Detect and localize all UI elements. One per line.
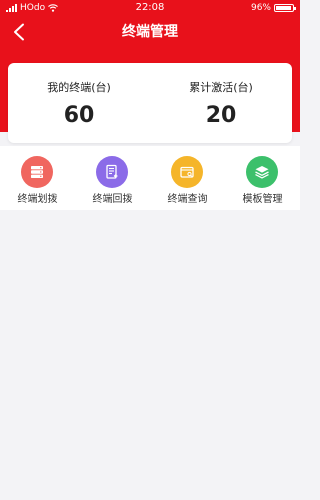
- my-terminals-value: 60: [63, 103, 95, 128]
- my-terminals-label: 我的终端(台): [47, 81, 111, 94]
- menu-item-label: 终端划拨: [17, 194, 58, 205]
- server-stack-icon: [31, 166, 43, 178]
- query-icon-badge: [171, 156, 203, 188]
- activated-stat[interactable]: 累计激活(台) 20: [150, 63, 292, 143]
- menu-item-label: 终端回拨: [92, 194, 133, 205]
- transfer-icon-badge: [21, 156, 53, 188]
- feature-grid: 终端划拨 终端回拨 终端查询 模板管理: [0, 146, 300, 210]
- nav-bar: 终端管理: [0, 16, 300, 48]
- menu-item-transfer[interactable]: 终端划拨: [0, 146, 75, 210]
- template-icon-badge: [246, 156, 278, 188]
- battery-icon: [274, 4, 296, 12]
- menu-item-template[interactable]: 模板管理: [225, 146, 300, 210]
- page-title: 终端管理: [122, 24, 178, 40]
- battery-fill: [276, 6, 291, 10]
- my-terminals-stat[interactable]: 我的终端(台) 60: [8, 63, 150, 143]
- chevron-left-icon: [14, 23, 24, 41]
- activated-value: 20: [205, 103, 237, 128]
- menu-item-label: 模板管理: [242, 194, 283, 205]
- battery-percent: 96%: [250, 3, 271, 13]
- menu-item-return[interactable]: 终端回拨: [75, 146, 150, 210]
- layers-icon: [255, 166, 269, 179]
- menu-item-query[interactable]: 终端查询: [150, 146, 225, 210]
- wallet-search-icon: [180, 166, 194, 178]
- stats-card: 我的终端(台) 60 累计激活(台) 20: [8, 63, 292, 143]
- return-icon-badge: [96, 156, 128, 188]
- menu-item-label: 终端查询: [167, 194, 208, 205]
- status-right: 96%: [250, 0, 296, 16]
- back-button[interactable]: [6, 19, 32, 45]
- activated-label: 累计激活(台): [189, 81, 253, 94]
- status-bar: HOdo 22:08 96%: [0, 0, 300, 16]
- document-return-icon: [106, 164, 118, 179]
